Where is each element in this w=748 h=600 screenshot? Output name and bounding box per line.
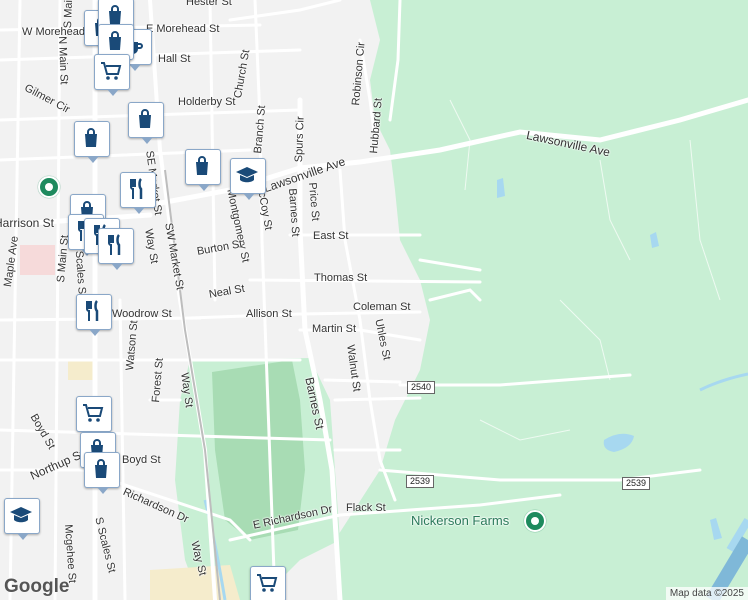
street-label: Hester St <box>186 0 232 8</box>
school-icon[interactable] <box>230 158 266 200</box>
route-shield: 2539 <box>406 475 435 488</box>
google-logo: Google <box>4 576 70 597</box>
street-label: S Main St <box>62 0 76 29</box>
shopping-bag-icon[interactable] <box>84 452 120 494</box>
street-label: Spurs Cir <box>293 116 307 163</box>
road-generic <box>323 378 402 384</box>
street-label: Hall St <box>158 53 191 65</box>
street-label: Boyd St <box>122 454 161 466</box>
shopping-bag-icon[interactable] <box>74 121 110 163</box>
street-label: Flack St <box>346 502 386 514</box>
shopping-bag-icon[interactable] <box>185 149 221 191</box>
shopping-cart-icon[interactable] <box>76 396 112 438</box>
street-label: East St <box>313 230 349 242</box>
street-label: Thomas St <box>314 272 368 284</box>
place-label-nickerson-farms[interactable]: Nickerson Farms <box>411 513 509 528</box>
map-canvas[interactable]: Hester St W Morehead St E Morehead St Ha… <box>0 0 748 600</box>
hospital-area <box>20 245 55 275</box>
restaurant-icon[interactable] <box>98 228 134 270</box>
street-label: Harrison St <box>0 216 55 230</box>
street-label: Martin St <box>312 323 357 335</box>
restaurant-icon[interactable] <box>120 172 156 214</box>
street-label: Holderby St <box>178 96 236 108</box>
restaurant-icon[interactable] <box>76 294 112 336</box>
route-shield: 2540 <box>407 381 436 394</box>
park-pin-icon[interactable] <box>38 176 60 198</box>
street-label: N Main St <box>56 36 70 85</box>
park-pin-icon[interactable] <box>524 510 546 532</box>
map-attribution[interactable]: Map data ©2025 <box>665 587 748 600</box>
road-generic <box>333 396 422 402</box>
shopping-cart-icon[interactable] <box>250 566 286 600</box>
school-icon[interactable] <box>4 498 40 540</box>
route-shield: 2539 <box>622 477 651 490</box>
street-label: Woodrow St <box>112 308 172 320</box>
shopping-bag-icon[interactable] <box>128 102 164 144</box>
street-label: E Morehead St <box>146 23 220 35</box>
street-label: Coleman St <box>353 301 411 313</box>
street-label: Allison St <box>246 308 292 320</box>
sand-area <box>68 360 96 380</box>
shopping-cart-icon[interactable] <box>94 54 130 96</box>
